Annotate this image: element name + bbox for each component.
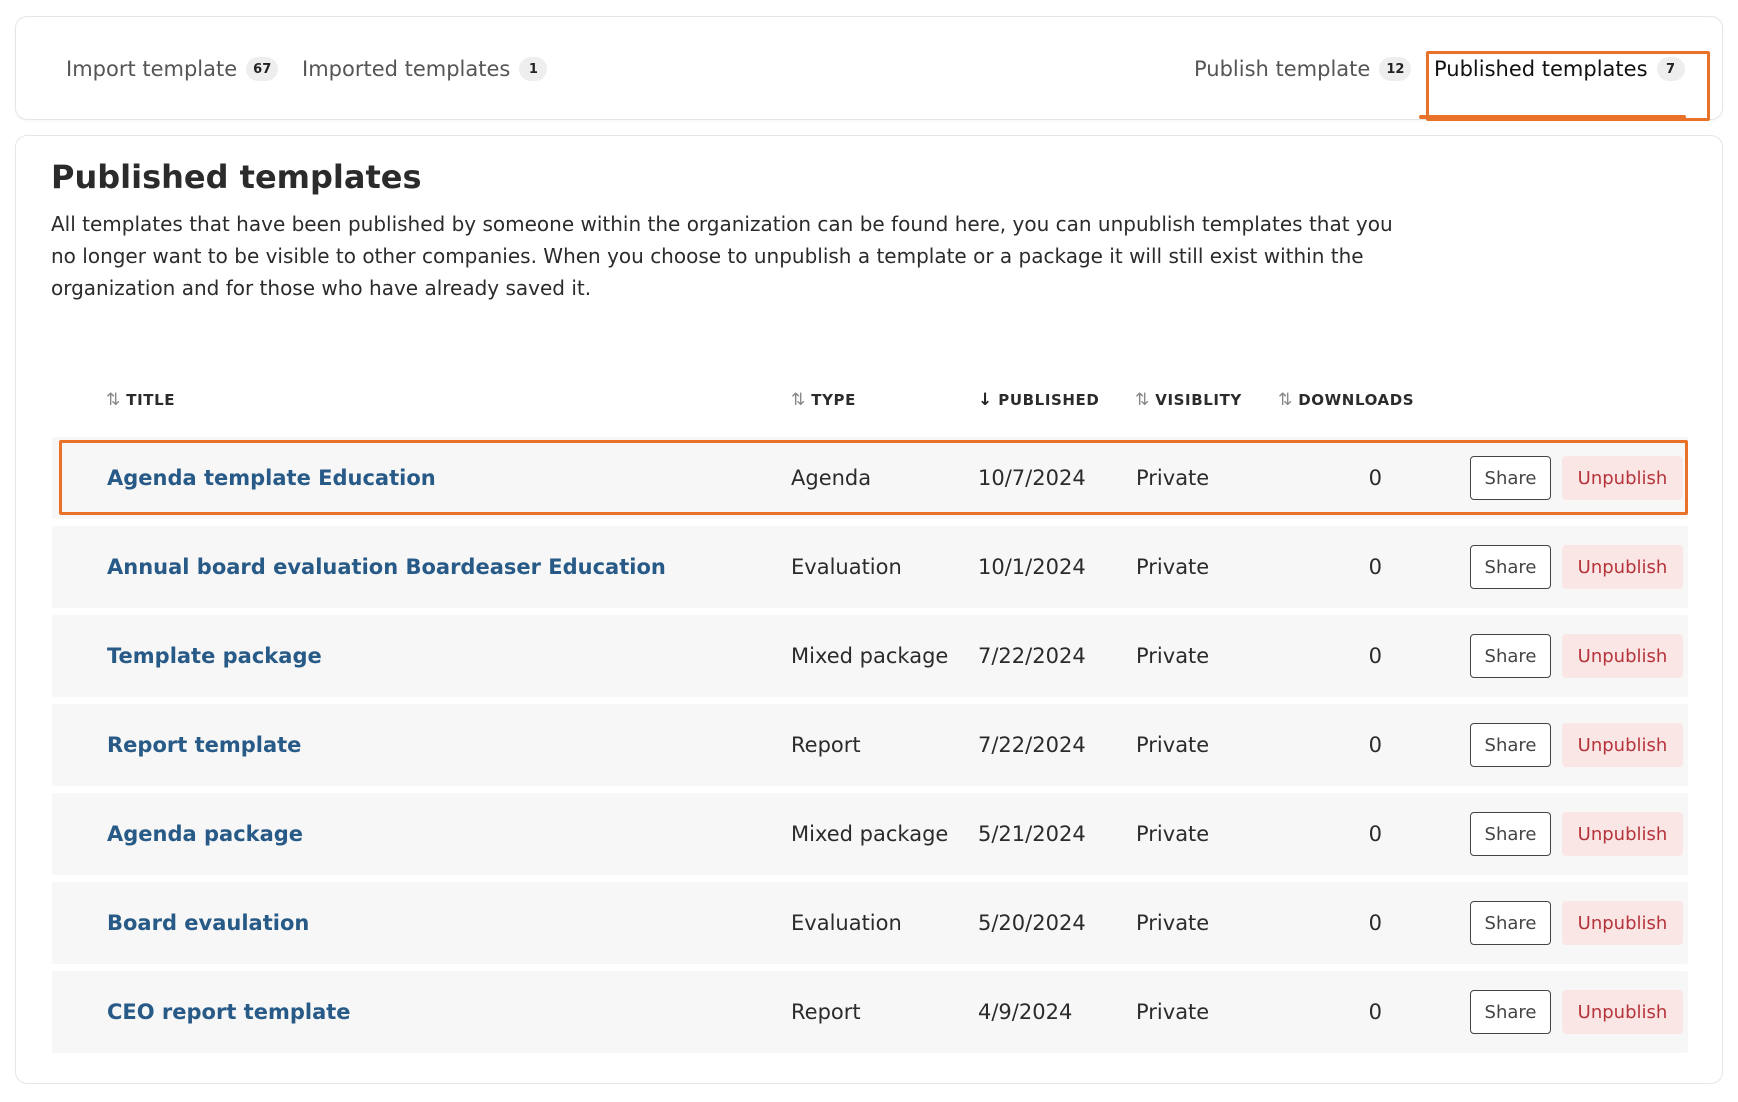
unpublish-button[interactable]: Unpublish — [1562, 545, 1683, 589]
template-title-link[interactable]: Board evaulation — [107, 882, 309, 964]
downloads-count: 0 — [1368, 466, 1382, 490]
tab-bar: Import template 67 Imported templates 1 … — [15, 16, 1723, 121]
column-header-downloads[interactable]: ⇅ DOWNLOADS — [1278, 390, 1414, 410]
template-type: Evaluation — [791, 911, 902, 935]
share-button[interactable]: Share — [1470, 723, 1551, 767]
template-title-link[interactable]: CEO report template — [107, 971, 351, 1053]
template-type: Report — [791, 1000, 861, 1024]
template-title-link[interactable]: Agenda package — [107, 793, 303, 875]
template-type: Mixed package — [791, 644, 949, 668]
active-tab-underline — [1419, 115, 1686, 119]
table-row: CEO report template Report 4/9/2024 Priv… — [52, 971, 1688, 1053]
visibility: Private — [1136, 555, 1210, 579]
unpublish-button[interactable]: Unpublish — [1562, 990, 1683, 1034]
column-header-published[interactable]: ↓ PUBLISHED — [978, 390, 1099, 410]
share-button[interactable]: Share — [1470, 812, 1551, 856]
count-badge: 12 — [1379, 57, 1412, 81]
downloads-count: 0 — [1368, 644, 1382, 668]
downloads-count: 0 — [1368, 555, 1382, 579]
column-header-label: VISIBLITY — [1155, 391, 1242, 409]
share-button[interactable]: Share — [1470, 545, 1551, 589]
published-date: 5/20/2024 — [978, 911, 1086, 935]
published-date: 7/22/2024 — [978, 733, 1086, 757]
column-header-type[interactable]: ⇅ TYPE — [791, 390, 856, 410]
downloads-count: 0 — [1368, 1000, 1382, 1024]
count-badge: 1 — [519, 57, 548, 81]
column-header-label: DOWNLOADS — [1298, 391, 1415, 409]
template-type: Report — [791, 733, 861, 757]
table-row: Annual board evaluation Boardeaser Educa… — [52, 526, 1688, 608]
sort-arrows-icon: ⇅ — [1135, 390, 1150, 410]
tab-published-templates[interactable]: Published templates 7 — [1434, 17, 1685, 121]
template-title-link[interactable]: Report template — [107, 704, 301, 786]
column-header-label: TYPE — [811, 391, 856, 409]
table-row: Agenda template Education Agenda 10/7/20… — [52, 437, 1688, 519]
sort-arrows-icon: ⇅ — [791, 390, 806, 410]
visibility: Private — [1136, 822, 1210, 846]
column-header-title[interactable]: ⇅ TITLE — [106, 390, 175, 410]
count-badge: 7 — [1656, 57, 1685, 81]
share-button[interactable]: Share — [1470, 901, 1551, 945]
tab-label: Import template — [66, 57, 238, 81]
unpublish-button[interactable]: Unpublish — [1562, 901, 1683, 945]
template-title-link[interactable]: Annual board evaluation Boardeaser Educa… — [107, 526, 666, 608]
downloads-count: 0 — [1368, 733, 1382, 757]
unpublish-button[interactable]: Unpublish — [1562, 634, 1683, 678]
table-row: Agenda package Mixed package 5/21/2024 P… — [52, 793, 1688, 875]
template-title-link[interactable]: Agenda template Education — [107, 437, 436, 519]
share-button[interactable]: Share — [1470, 990, 1551, 1034]
column-header-label: PUBLISHED — [998, 391, 1100, 409]
published-date: 5/21/2024 — [978, 822, 1086, 846]
page-description: All templates that have been published b… — [51, 212, 1393, 300]
template-type: Agenda — [791, 466, 872, 490]
downloads-count: 0 — [1368, 911, 1382, 935]
visibility: Private — [1136, 1000, 1210, 1024]
table-row: Report template Report 7/22/2024 Private… — [52, 704, 1688, 786]
visibility: Private — [1136, 733, 1210, 757]
share-button[interactable]: Share — [1470, 456, 1551, 500]
published-templates-panel: Published templates All templates that h… — [15, 135, 1723, 1084]
unpublish-button[interactable]: Unpublish — [1562, 723, 1683, 767]
page-title: Published templates — [51, 158, 422, 196]
tab-label: Published templates — [1434, 57, 1648, 81]
published-date: 10/1/2024 — [978, 555, 1086, 579]
arrow-down-icon: ↓ — [978, 390, 993, 410]
share-button[interactable]: Share — [1470, 634, 1551, 678]
tab-import-template[interactable]: Import template 67 — [66, 17, 279, 121]
count-badge: 67 — [246, 57, 279, 81]
sort-arrows-icon: ⇅ — [1278, 390, 1293, 410]
tab-label: Publish template — [1194, 57, 1371, 81]
template-type: Evaluation — [791, 555, 902, 579]
unpublish-button[interactable]: Unpublish — [1562, 812, 1683, 856]
template-type: Mixed package — [791, 822, 949, 846]
published-date: 10/7/2024 — [978, 466, 1086, 490]
template-title-link[interactable]: Template package — [107, 615, 322, 697]
unpublish-button[interactable]: Unpublish — [1562, 456, 1683, 500]
published-date: 4/9/2024 — [978, 1000, 1073, 1024]
column-header-label: TITLE — [126, 391, 176, 409]
sort-arrows-icon: ⇅ — [106, 390, 121, 410]
visibility: Private — [1136, 644, 1210, 668]
published-date: 7/22/2024 — [978, 644, 1086, 668]
column-header-visibility[interactable]: ⇅ VISIBLITY — [1135, 390, 1242, 410]
table-row: Board evaulation Evaluation 5/20/2024 Pr… — [52, 882, 1688, 964]
downloads-count: 0 — [1368, 822, 1382, 846]
table-row: Template package Mixed package 7/22/2024… — [52, 615, 1688, 697]
tab-imported-templates[interactable]: Imported templates 1 — [302, 17, 548, 121]
tab-publish-template[interactable]: Publish template 12 — [1194, 17, 1412, 121]
visibility: Private — [1136, 911, 1210, 935]
visibility: Private — [1136, 466, 1210, 490]
tab-label: Imported templates — [302, 57, 511, 81]
